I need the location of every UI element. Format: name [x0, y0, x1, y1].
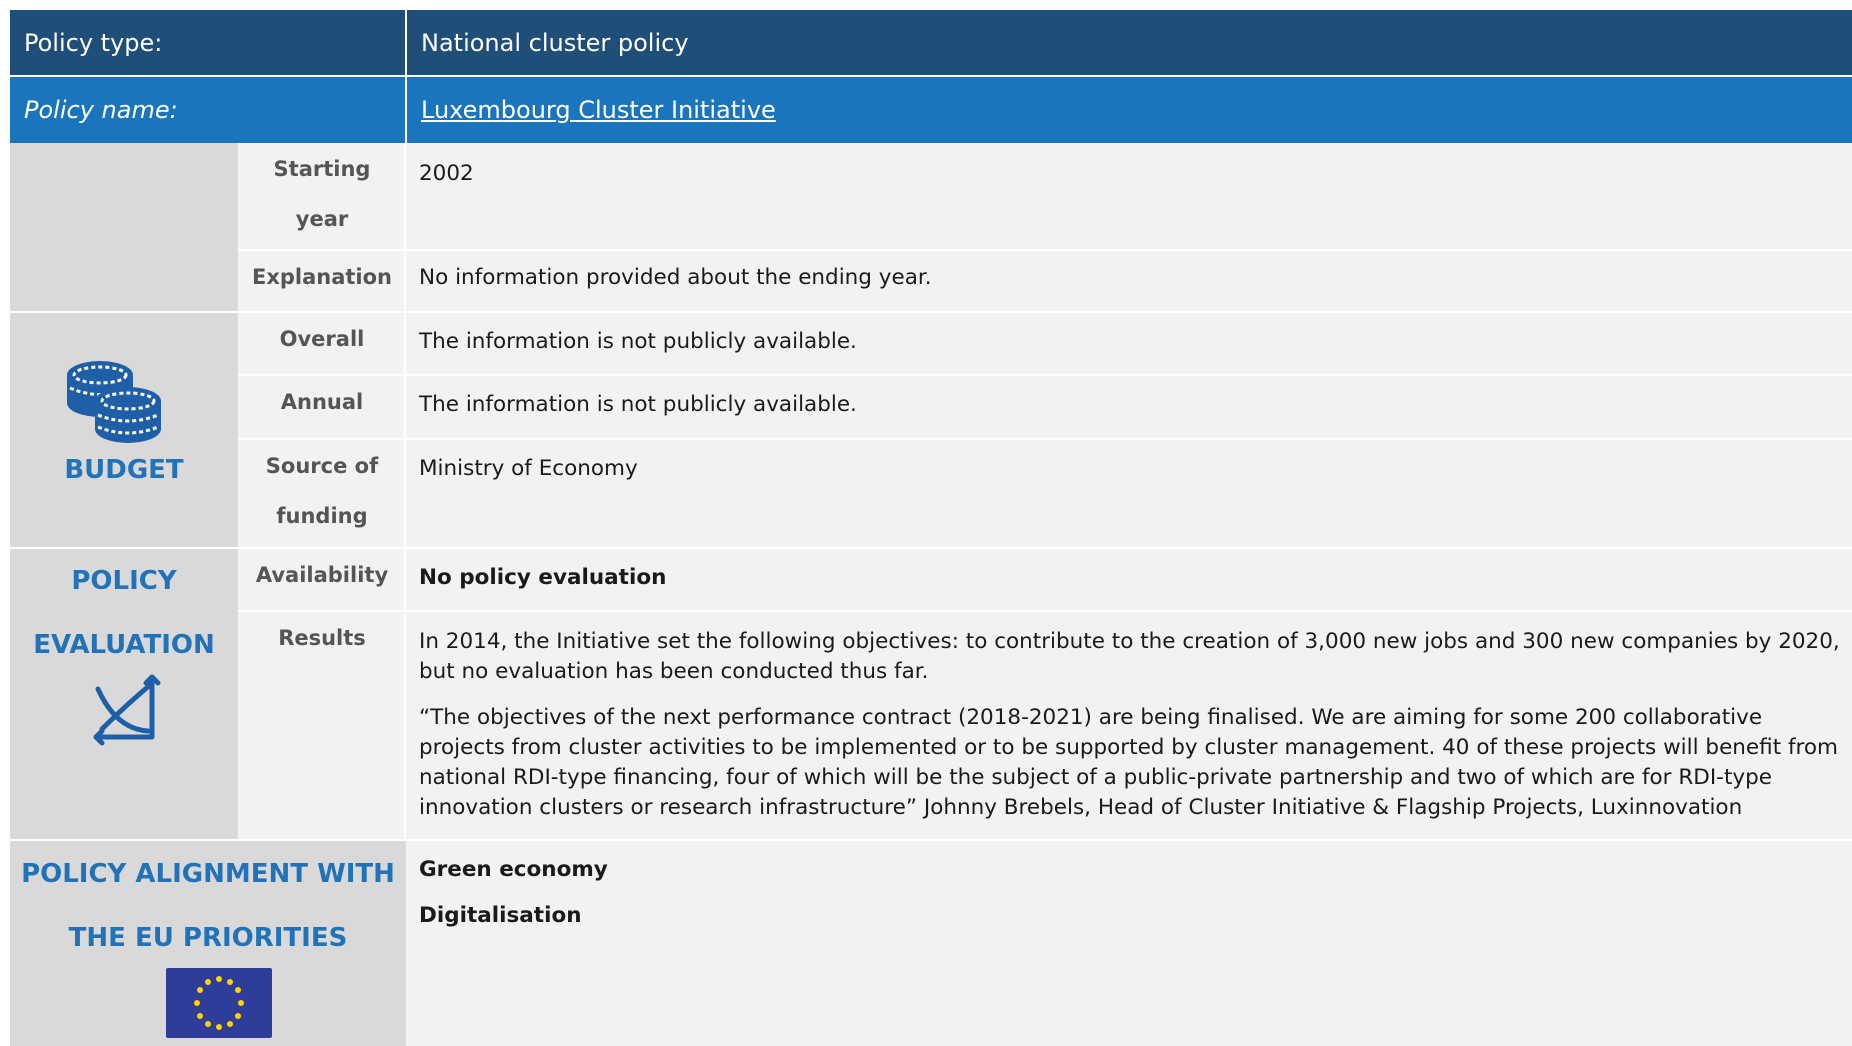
- policy-name-row: Policy name: Luxembourg Cluster Initiati…: [10, 77, 1852, 143]
- results-value: In 2014, the Initiative set the followin…: [406, 612, 1852, 839]
- explanation-value: No information provided about the ending…: [406, 251, 1852, 311]
- starting-year-label-line1: Starting: [273, 157, 371, 181]
- source-of-funding-label: Source of funding: [238, 440, 406, 547]
- budget-section-cell: BUDGET: [10, 313, 238, 547]
- alignment-value: Green economy Digitalisation: [406, 841, 1852, 1046]
- alignment-section-cell: POLICY ALIGNMENT WITH THE EU PRIORITIES: [10, 841, 406, 1046]
- evaluation-title-line1: POLICY: [71, 566, 177, 596]
- eu-flag-icon: [166, 968, 272, 1038]
- alignment-title-line2: THE EU PRIORITIES: [68, 923, 348, 953]
- policy-type-label: Policy type:: [24, 28, 163, 57]
- column-divider: [404, 143, 406, 839]
- coins-icon: [67, 361, 161, 443]
- explanation-label: Explanation: [238, 251, 406, 311]
- annual-label: Annual: [238, 376, 406, 438]
- alignment-item-digitalisation: Digitalisation: [419, 903, 582, 928]
- evaluation-section-cell: POLICY EVALUATION: [10, 549, 238, 839]
- policy-type-value: National cluster policy: [421, 28, 689, 57]
- chart-curve-icon: [93, 674, 161, 746]
- budget-title: BUDGET: [64, 455, 184, 485]
- source-label-line2: funding: [276, 504, 368, 528]
- alignment-title-line1: POLICY ALIGNMENT WITH: [21, 859, 395, 889]
- source-of-funding-value: Ministry of Economy: [406, 440, 1852, 547]
- annual-value: The information is not publicly availabl…: [406, 376, 1852, 438]
- policy-name-link[interactable]: Luxembourg Cluster Initiative: [421, 96, 776, 124]
- results-label: Results: [238, 612, 406, 839]
- policy-name-label: Policy name:: [24, 96, 178, 124]
- alignment-item-green-economy: Green economy: [419, 857, 608, 882]
- results-paragraph-1: In 2014, the Initiative set the followin…: [419, 629, 1840, 684]
- policy-name-cell: Luxembourg Cluster Initiative: [407, 77, 1852, 143]
- overall-value: The information is not publicly availabl…: [406, 313, 1852, 374]
- policy-type-row: Policy type: National cluster policy: [10, 10, 1852, 75]
- availability-label: Availability: [238, 549, 406, 610]
- starting-year-value: 2002: [406, 143, 1852, 249]
- source-label-line1: Source of: [265, 454, 379, 478]
- starting-year-label: Starting year: [238, 143, 406, 249]
- timeline-section-cell: [10, 143, 238, 311]
- results-paragraph-2: “The objectives of the next performance …: [419, 705, 1838, 820]
- availability-value: No policy evaluation: [406, 549, 1852, 610]
- evaluation-title-line2: EVALUATION: [33, 630, 215, 660]
- starting-year-label-line2: year: [295, 207, 349, 231]
- overall-label: Overall: [238, 313, 406, 374]
